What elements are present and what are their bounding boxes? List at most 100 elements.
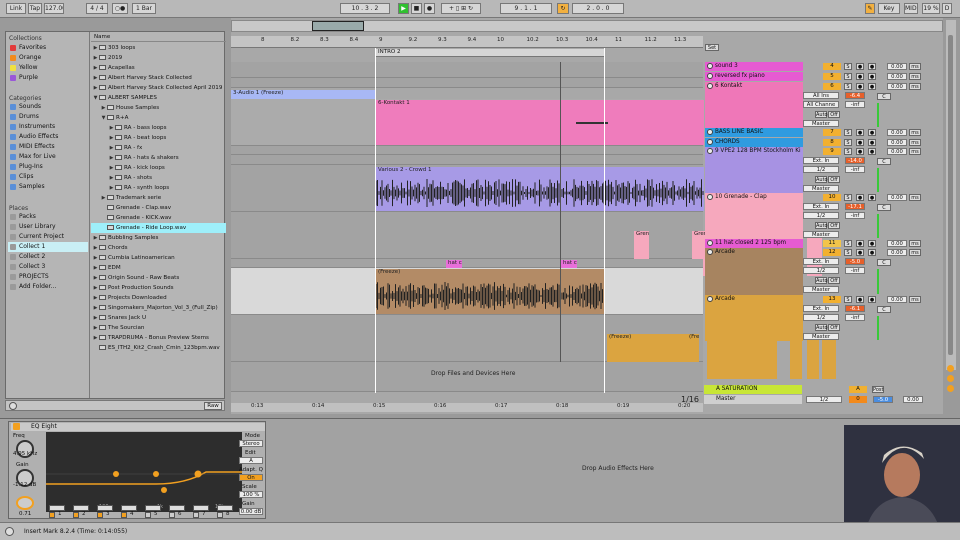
expand-arrow-icon[interactable]: ▶ — [92, 43, 99, 53]
loop-switch[interactable]: ↻ — [557, 3, 569, 14]
track-activator[interactable]: 12 — [823, 249, 841, 256]
track-fold-icon[interactable] — [707, 73, 713, 79]
track-volume-field[interactable]: 0.00 — [887, 73, 907, 80]
solo-button[interactable]: S — [844, 73, 852, 80]
tap-button[interactable]: Tap — [28, 3, 42, 14]
category-plug-ins[interactable]: Plug-Ins — [8, 162, 88, 172]
solo-button[interactable]: S — [844, 83, 852, 90]
category-midi-effects[interactable]: MIDI Effects — [8, 142, 88, 152]
eq-band-filter-type[interactable] — [169, 505, 185, 511]
track-activator[interactable]: 10 — [823, 194, 841, 201]
expand-arrow-icon[interactable]: ▶ — [92, 63, 99, 73]
return-a-activator[interactable]: A — [849, 386, 867, 393]
track-lane-hat[interactable] — [231, 259, 703, 268]
category-instruments[interactable]: Instruments — [8, 122, 88, 132]
record-button[interactable]: ● — [424, 3, 435, 14]
track-send-value[interactable]: -inf — [845, 267, 865, 274]
file-row[interactable]: ▶ RA - beat loops — [91, 133, 226, 143]
eq-graph[interactable] — [46, 432, 242, 512]
auto-button[interactable]: Auto — [815, 176, 828, 183]
master-track[interactable]: Master — [704, 395, 802, 404]
monitor-output-select[interactable]: Master — [803, 120, 839, 127]
expand-arrow-icon[interactable]: ▶ — [92, 83, 99, 93]
c-button[interactable]: C — [877, 93, 891, 100]
file-row[interactable]: ▶ Origin Sound - Raw Beats — [91, 273, 226, 283]
monitor-button[interactable]: ● — [868, 73, 876, 80]
track-send-value[interactable]: -inf — [845, 101, 865, 108]
category-drums[interactable]: Drums — [8, 112, 88, 122]
arm-button[interactable]: ● — [856, 194, 864, 201]
clip-audio1[interactable]: 3-Audio 1 (Freeze) — [231, 90, 375, 99]
place-projects[interactable]: PROJECTS — [8, 272, 88, 282]
locator-label[interactable]: INTRO 2 — [378, 49, 401, 55]
monitor-output-select[interactable]: Master — [803, 286, 839, 293]
eq-band-toggle[interactable] — [145, 512, 151, 518]
solo-button[interactable]: S — [844, 139, 852, 146]
monitor-button[interactable]: ● — [868, 63, 876, 70]
track-activator[interactable]: 7 — [823, 129, 841, 136]
scrollbar-thumb[interactable] — [948, 35, 953, 355]
expand-arrow-icon[interactable]: ▼ — [100, 113, 107, 123]
monitor-button[interactable]: ● — [868, 148, 876, 155]
position-display[interactable]: 10 . 3 . 2 — [340, 3, 390, 14]
track-lane-piano[interactable] — [231, 78, 703, 88]
preview-strip[interactable]: Raw — [5, 400, 225, 411]
monitor-button[interactable]: ● — [868, 249, 876, 256]
auto-button[interactable]: Auto — [815, 324, 828, 331]
expand-arrow-icon[interactable]: ▶ — [92, 333, 99, 343]
expand-arrow-icon[interactable]: ▶ — [108, 173, 115, 183]
monitor-button[interactable]: ● — [868, 83, 876, 90]
place-collect-2[interactable]: Collect 2 — [8, 252, 88, 262]
solo-button[interactable]: S — [844, 63, 852, 70]
status-toggle-icon[interactable] — [5, 527, 14, 536]
expand-arrow-icon[interactable]: ▶ — [108, 183, 115, 193]
category-clips[interactable]: Clips — [8, 172, 88, 182]
file-row[interactable]: ▶ Bubbling Samples — [91, 233, 226, 243]
eq-band-filter-type[interactable] — [73, 505, 89, 511]
solo-button[interactable]: S — [844, 148, 852, 155]
place-packs[interactable]: Packs — [8, 212, 88, 222]
expand-arrow-icon[interactable]: ▶ — [92, 53, 99, 63]
track-fold-icon[interactable] — [707, 296, 713, 302]
arm-button[interactable]: ● — [856, 240, 864, 247]
arm-button[interactable]: ● — [856, 63, 864, 70]
track-activator[interactable]: 13 — [823, 296, 841, 303]
track-title[interactable]: CHORDS — [705, 138, 803, 147]
raw-button[interactable]: Raw — [204, 402, 222, 410]
track-fold-icon[interactable] — [707, 240, 713, 246]
beat-ruler[interactable]: 8 8.2 8.3 8.4 9 9.2 9.3 9.4 10 10.2 10.3 10.4 11 11.2… — [231, 36, 703, 48]
device-power-icon[interactable] — [13, 423, 20, 430]
file-row[interactable]: Grenade - Clap.wav — [91, 203, 226, 213]
eq-band-filter-type[interactable] — [121, 505, 137, 511]
off-button[interactable]: Off — [828, 222, 840, 229]
expand-arrow-icon[interactable]: ▼ — [92, 93, 99, 103]
arm-button[interactable]: ● — [856, 148, 864, 155]
expand-arrow-icon[interactable]: ▶ — [100, 193, 107, 203]
off-button[interactable]: Off — [828, 111, 840, 118]
file-row[interactable]: ▶ Post Production Sounds — [91, 283, 226, 293]
off-button[interactable]: Off — [828, 277, 840, 284]
track-title[interactable]: 6 Kontakt — [705, 82, 803, 128]
collection-orange[interactable]: Orange — [8, 53, 88, 63]
master-vol-field[interactable]: 0.00 — [903, 396, 923, 403]
file-row[interactable]: ▶ Singomakers_Majorton_Vol_3_(Full_Zip) — [91, 303, 226, 313]
file-row[interactable]: Grenade - Ride Loop.wav — [91, 223, 226, 233]
monitor-output-select[interactable]: Master — [803, 231, 839, 238]
expand-arrow-icon[interactable]: ▶ — [92, 253, 99, 263]
category-sounds[interactable]: Sounds — [8, 102, 88, 112]
track-volume-field[interactable]: 0.00 — [887, 249, 907, 256]
q-value[interactable]: 0.71 — [19, 511, 31, 517]
file-row[interactable]: ▶ Cumbia Latinoamerican — [91, 253, 226, 263]
track-volume-field[interactable]: 0.00 — [887, 139, 907, 146]
auto-button[interactable]: Auto — [815, 111, 828, 118]
file-row[interactable]: ▶ TRAPDRUMA - Bonus Preview Stems — [91, 333, 226, 343]
file-row[interactable]: ▶ Acapellas — [91, 63, 226, 73]
auto-button[interactable]: Auto — [815, 222, 828, 229]
c-button[interactable]: C — [877, 204, 891, 211]
solo-button[interactable]: S — [844, 296, 852, 303]
file-row[interactable]: ▶ Projects Downloaded — [91, 293, 226, 303]
track-volume-field[interactable]: 0.00 — [887, 240, 907, 247]
collection-yellow[interactable]: Yellow — [8, 63, 88, 73]
track-title[interactable]: Arcade — [705, 248, 803, 295]
eq-band-toggle[interactable] — [193, 512, 199, 518]
